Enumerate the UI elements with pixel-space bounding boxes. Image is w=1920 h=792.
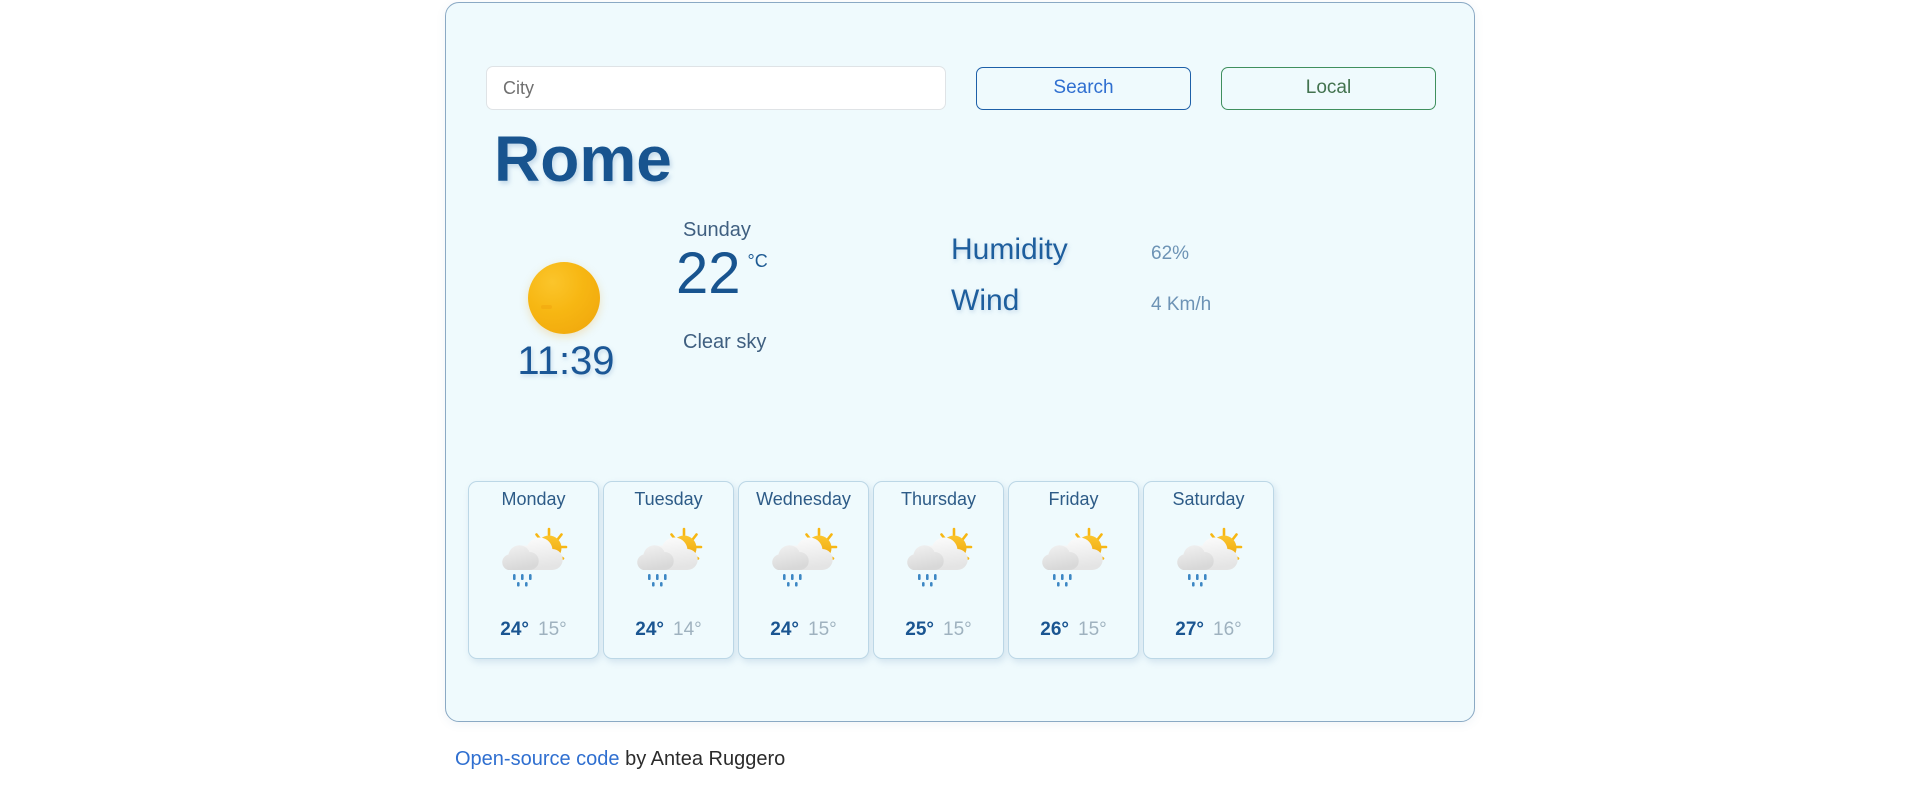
forecast-day-label: Thursday bbox=[900, 489, 977, 509]
weather-stats: Humidity 62% Wind 4 Km/h bbox=[951, 233, 1421, 335]
forecast-temp-min: 15° bbox=[538, 619, 567, 640]
forecast-temperatures: 24° 15° bbox=[739, 619, 868, 641]
forecast-temp-max: 24° bbox=[500, 619, 529, 640]
search-button[interactable]: Search bbox=[976, 66, 1191, 110]
weather-panel: Search Local Rome 11:39 Sunday 22 °C Cle… bbox=[445, 2, 1475, 722]
weather-app-root: Search Local Rome 11:39 Sunday 22 °C Cle… bbox=[0, 0, 1920, 792]
footer-author-text: by Antea Ruggero bbox=[619, 748, 786, 770]
forecast-temp-max: 24° bbox=[635, 619, 664, 640]
sun-behind-rain-cloud-icon bbox=[1032, 527, 1116, 587]
forecast-day-label: Tuesday bbox=[634, 489, 703, 509]
sun-behind-rain-cloud-icon bbox=[1167, 527, 1251, 587]
forecast-day-label: Friday bbox=[1048, 489, 1099, 509]
humidity-value: 62% bbox=[1151, 243, 1190, 264]
search-row: Search Local bbox=[486, 65, 1446, 111]
forecast-temperatures: 24° 15° bbox=[469, 619, 598, 641]
forecast-temp-min: 15° bbox=[808, 619, 837, 640]
current-condition-text: Clear sky bbox=[683, 331, 767, 353]
forecast-temperatures: 26° 15° bbox=[1009, 619, 1138, 641]
city-name-title: Rome bbox=[494, 123, 672, 195]
humidity-row: Humidity 62% bbox=[951, 233, 1421, 284]
current-weekday: Sunday bbox=[683, 219, 751, 241]
forecast-temp-min: 16° bbox=[1213, 619, 1242, 640]
forecast-temp-max: 27° bbox=[1175, 619, 1204, 640]
forecast-temp-max: 24° bbox=[770, 619, 799, 640]
forecast-card: Thursday 25° 15° bbox=[873, 481, 1004, 659]
forecast-strip: Monday 24° 15° Tuesday 24° 14° Wednesday 24°… bbox=[468, 481, 1454, 659]
forecast-temp-min: 15° bbox=[1078, 619, 1107, 640]
forecast-card: Tuesday 24° 14° bbox=[603, 481, 734, 659]
wind-value: 4 Km/h bbox=[1151, 294, 1212, 315]
forecast-card: Saturday 27° 16° bbox=[1143, 481, 1274, 659]
current-temperature: 22 bbox=[676, 241, 741, 306]
sun-behind-rain-cloud-icon bbox=[897, 527, 981, 587]
local-button[interactable]: Local bbox=[1221, 66, 1436, 110]
forecast-temp-min: 15° bbox=[943, 619, 972, 640]
sun-behind-rain-cloud-icon bbox=[492, 527, 576, 587]
forecast-temperatures: 27° 16° bbox=[1144, 619, 1273, 641]
humidity-label: Humidity bbox=[951, 233, 1068, 266]
forecast-temperatures: 25° 15° bbox=[874, 619, 1003, 641]
current-conditions: 11:39 Sunday 22 °C Clear sky Humidity 62… bbox=[446, 219, 1476, 394]
current-temperature-group: 22 °C bbox=[676, 245, 768, 303]
wind-row: Wind 4 Km/h bbox=[951, 284, 1421, 335]
local-time: 11:39 bbox=[517, 339, 615, 383]
sun-behind-rain-cloud-icon bbox=[762, 527, 846, 587]
forecast-temp-max: 25° bbox=[905, 619, 934, 640]
open-source-code-link[interactable]: Open-source code bbox=[455, 748, 620, 770]
sun-behind-rain-cloud-icon bbox=[627, 527, 711, 587]
forecast-day-label: Wednesday bbox=[756, 489, 851, 509]
forecast-temperatures: 24° 14° bbox=[604, 619, 733, 641]
forecast-temp-max: 26° bbox=[1040, 619, 1069, 640]
wind-label: Wind bbox=[951, 284, 1020, 317]
forecast-temp-min: 14° bbox=[673, 619, 702, 640]
forecast-day-label: Saturday bbox=[1172, 489, 1245, 509]
forecast-card: Monday 24° 15° bbox=[468, 481, 599, 659]
footer-credit: Open-source code by Antea Ruggero bbox=[455, 748, 785, 771]
forecast-day-label: Monday bbox=[501, 489, 566, 509]
city-search-input[interactable] bbox=[486, 66, 946, 110]
forecast-card: Wednesday 24° 15° bbox=[738, 481, 869, 659]
temperature-unit: °C bbox=[747, 251, 768, 271]
sun-icon bbox=[519, 253, 609, 343]
forecast-card: Friday 26° 15° bbox=[1008, 481, 1139, 659]
